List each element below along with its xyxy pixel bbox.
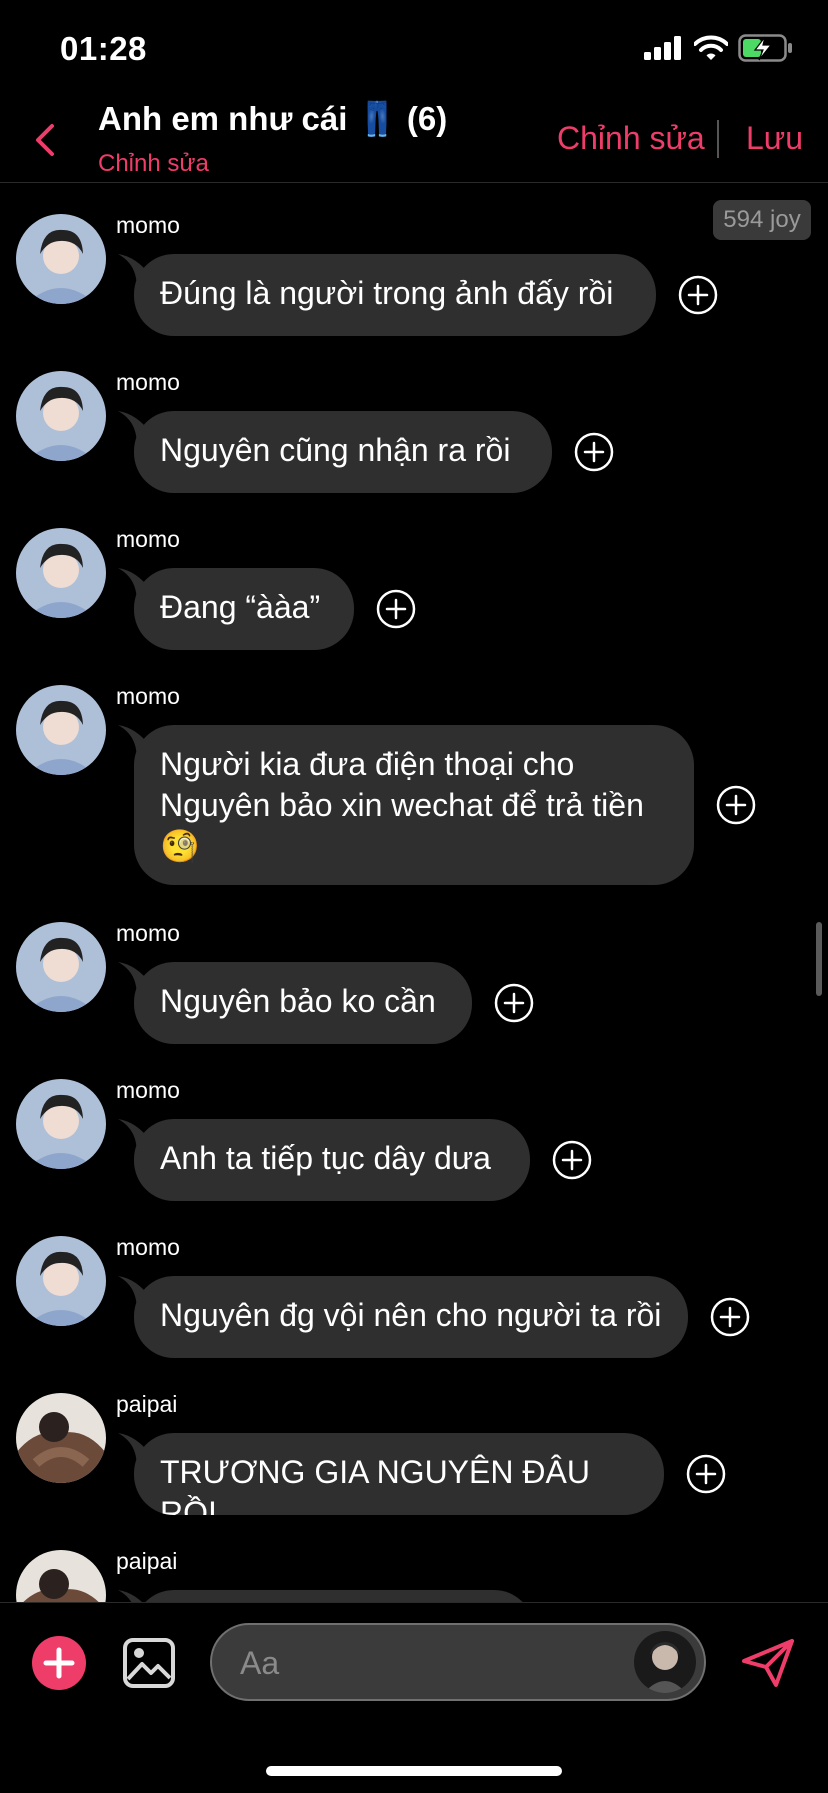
send-icon[interactable] xyxy=(740,1637,796,1689)
sender-avatar[interactable] xyxy=(16,1079,106,1169)
message-bubble[interactable]: Người kia đưa điện thoại cho Nguyên bảo … xyxy=(134,725,694,885)
sender-avatar[interactable] xyxy=(16,685,106,775)
sender-name: momo xyxy=(116,1234,180,1260)
message-bubble[interactable]: Nguyên cũng nhận ra rồi xyxy=(134,411,552,493)
message-bubble[interactable]: Đúng là người trong ảnh đấy rồi xyxy=(134,254,656,336)
plus-circle-icon[interactable] xyxy=(716,785,756,825)
input-avatar[interactable] xyxy=(634,1631,696,1693)
avatar-image xyxy=(16,922,106,1012)
avatar-image xyxy=(16,685,106,775)
message-bubble[interactable]: Nguyên đg vội nên cho người ta rồi xyxy=(134,1276,688,1358)
plus-circle-icon[interactable] xyxy=(678,275,718,315)
sender-name: momo xyxy=(116,369,180,395)
message-bubble[interactable]: Anh ta tiếp tục dây dưa xyxy=(134,1119,530,1201)
sender-avatar[interactable] xyxy=(16,922,106,1012)
scrollbar[interactable] xyxy=(816,922,822,996)
sender-avatar[interactable] xyxy=(16,214,106,304)
plus-circle-icon[interactable] xyxy=(376,589,416,629)
image-icon[interactable] xyxy=(122,1637,176,1689)
add-button[interactable] xyxy=(32,1636,86,1690)
plus-circle-icon[interactable] xyxy=(574,432,614,472)
avatar-image xyxy=(16,528,106,618)
sender-name: momo xyxy=(116,1077,180,1103)
avatar-image xyxy=(16,214,106,304)
sender-name: momo xyxy=(116,683,180,709)
sender-name: momo xyxy=(116,526,180,552)
avatar-image xyxy=(16,371,106,461)
message-bubble[interactable]: Nguyên bảo ko cần xyxy=(134,962,472,1044)
composer: Aa xyxy=(0,1602,828,1793)
message-bubble[interactable]: TRƯƠNG GIA NGUYÊN ĐÂU RỒI xyxy=(134,1433,664,1515)
message-bubble[interactable]: Đang “ààa” xyxy=(134,568,354,650)
avatar-image xyxy=(634,1631,696,1693)
sender-name: momo xyxy=(116,920,180,946)
sender-avatar[interactable] xyxy=(16,1393,106,1483)
plus-circle-icon[interactable] xyxy=(710,1297,750,1337)
avatar-image xyxy=(16,1550,106,1602)
message-input-placeholder: Aa xyxy=(240,1645,280,1681)
avatar-image xyxy=(16,1079,106,1169)
message-bubble[interactable] xyxy=(134,1590,534,1602)
sender-name: paipai xyxy=(116,1548,178,1574)
message-input[interactable]: Aa xyxy=(210,1623,706,1701)
sender-avatar[interactable] xyxy=(16,1236,106,1326)
sender-avatar[interactable] xyxy=(16,371,106,461)
sender-name: paipai xyxy=(116,1391,178,1417)
message-list[interactable]: momo Đúng là người trong ảnh đấy rồi momo N… xyxy=(0,0,828,1602)
plus-circle-icon[interactable] xyxy=(552,1140,592,1180)
sender-avatar[interactable] xyxy=(16,528,106,618)
plus-circle-icon[interactable] xyxy=(494,983,534,1023)
plus-circle-icon[interactable] xyxy=(686,1454,726,1494)
avatar-image xyxy=(16,1236,106,1326)
add-icon xyxy=(43,1647,75,1679)
sender-name: momo xyxy=(116,212,180,238)
home-indicator[interactable] xyxy=(266,1766,562,1776)
avatar-image xyxy=(16,1393,106,1483)
sender-avatar[interactable] xyxy=(16,1550,106,1602)
